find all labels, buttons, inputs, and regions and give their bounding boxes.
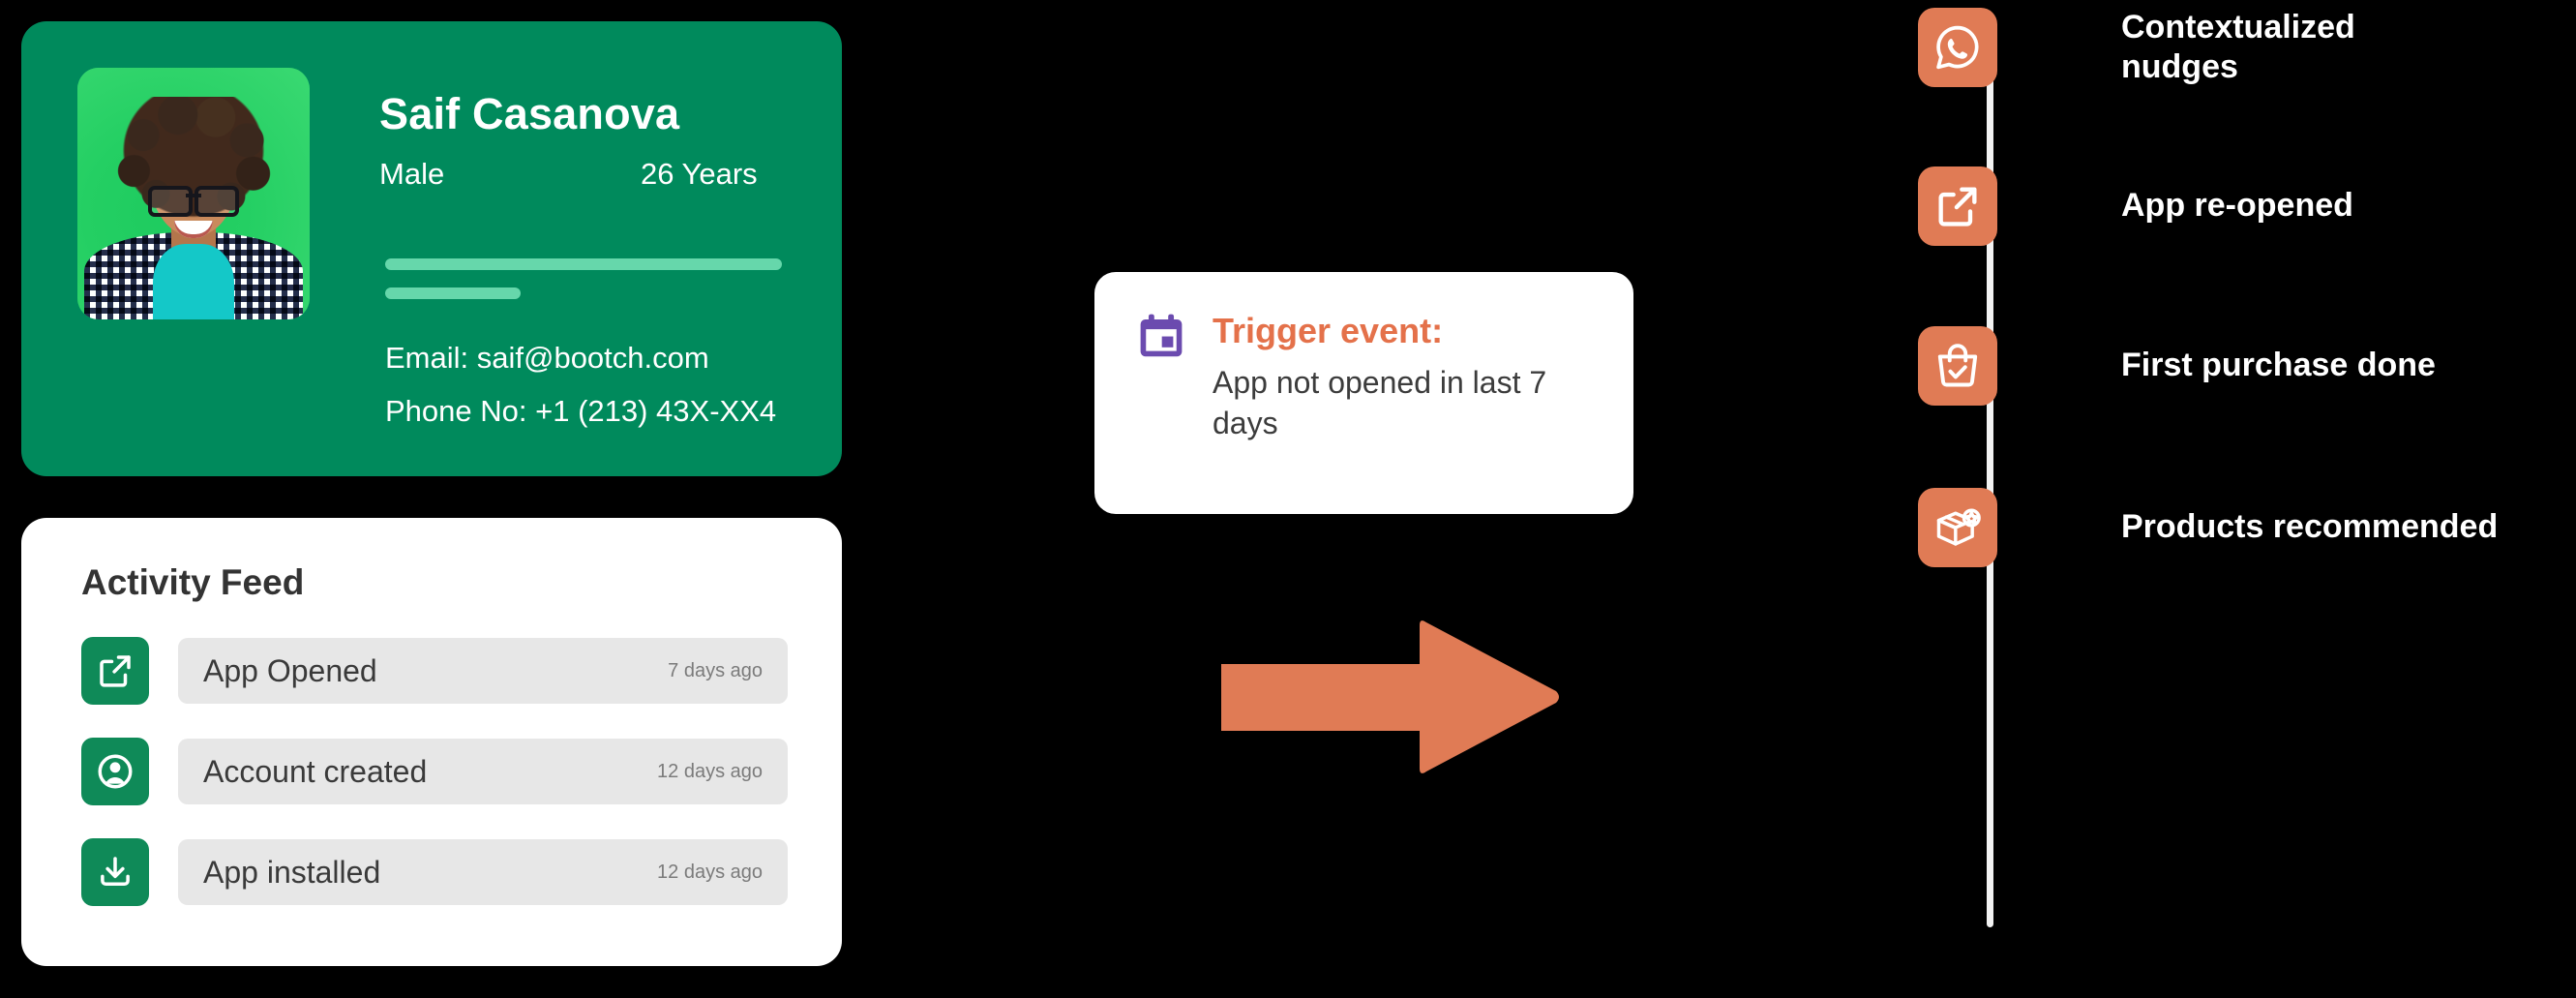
profile-name: Saif Casanova (379, 89, 680, 138)
activity-feed-list: App Opened 7 days ago Account created 12… (81, 636, 788, 938)
profile-email: Email: saif@bootch.com (385, 341, 709, 375)
download-icon (81, 838, 149, 906)
portrait-tshirt (153, 244, 234, 319)
activity-feed-title: Activity Feed (81, 562, 305, 602)
list-item[interactable]: App installed 12 days ago (81, 837, 788, 907)
activity-row-label: Account created (203, 753, 428, 789)
list-item[interactable]: App Opened 7 days ago (81, 636, 788, 706)
trigger-event-heading: Trigger event: (1213, 311, 1444, 350)
activity-row-pill: App Opened 7 days ago (178, 638, 788, 704)
canvas: Saif Casanova Male 26 Years Email: saif@… (0, 0, 2576, 998)
portrait-glasses-bridge (186, 194, 201, 197)
avatar (77, 68, 310, 319)
profile-gender: Male (379, 157, 445, 191)
profile-card: Saif Casanova Male 26 Years Email: saif@… (21, 21, 842, 476)
activity-row-label: App installed (203, 854, 381, 890)
right-arrow-icon (1221, 618, 1560, 777)
package-star-icon (1918, 488, 1997, 567)
trigger-event-description: App not opened in last 7 days (1213, 365, 1547, 441)
activity-row-time: 12 days ago (657, 760, 763, 782)
external-link-icon (81, 637, 149, 705)
timeline-item-label: Products recommended (2121, 508, 2499, 546)
timeline-item-label: Contextualized nudges (2121, 9, 2355, 86)
external-link-icon (1918, 166, 1997, 246)
timeline-item-products-recommended[interactable]: Products recommended (1918, 488, 2576, 567)
activity-feed-card: Activity Feed App Opened 7 days ago Acco… (21, 518, 842, 966)
list-item[interactable]: Account created 12 days ago (81, 737, 788, 806)
timeline-item-label: App re-opened (2121, 187, 2353, 225)
activity-row-label: App Opened (203, 652, 377, 688)
profile-phone: Phone No: +1 (213) 43X-XX4 (385, 394, 777, 428)
activity-row-time: 12 days ago (657, 861, 763, 883)
timeline-item-first-purchase[interactable]: First purchase done (1918, 326, 2576, 406)
activity-row-pill: Account created 12 days ago (178, 739, 788, 804)
calendar-icon (1135, 311, 1187, 363)
placeholder-bar-short (385, 287, 521, 299)
trigger-event-card: Trigger event: App not opened in last 7 … (1094, 272, 1633, 514)
outcome-timeline: Contextualized nudges App re-opened Firs… (1918, 0, 2576, 998)
profile-age: 26 Years (641, 157, 758, 191)
timeline-item-app-reopened[interactable]: App re-opened (1918, 166, 2576, 246)
whatsapp-icon (1918, 8, 1997, 88)
account-circle-icon (81, 738, 149, 805)
placeholder-bar-long (385, 258, 782, 270)
timeline-item-contextualized-nudges[interactable]: Contextualized nudges (1918, 8, 2576, 88)
shopping-bag-check-icon (1918, 326, 1997, 406)
portrait-glasses (148, 186, 239, 217)
user-portrait-image (77, 68, 310, 319)
activity-row-pill: App installed 12 days ago (178, 839, 788, 905)
activity-row-time: 7 days ago (668, 659, 763, 681)
timeline-item-label: First purchase done (2121, 347, 2436, 384)
